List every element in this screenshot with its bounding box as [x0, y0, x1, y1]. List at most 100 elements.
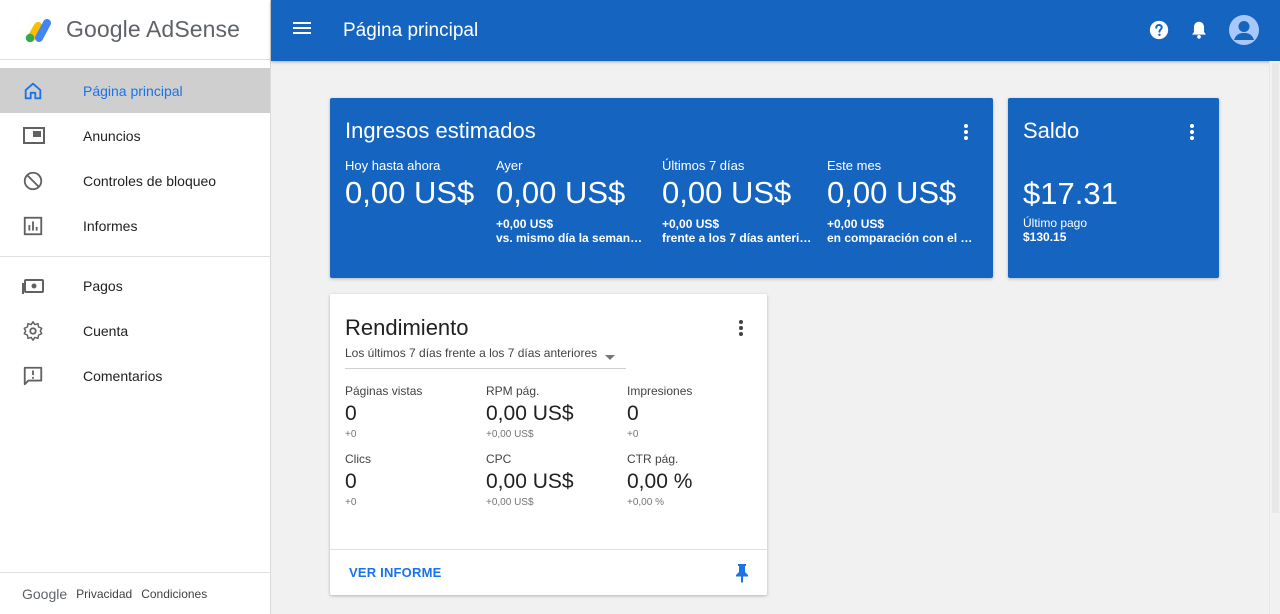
metric-delta: +0,00 US$	[486, 497, 534, 508]
date-range-select[interactable]: Los últimos 7 días frente a los 7 días a…	[345, 346, 626, 369]
metric-value: 0,00 US$	[827, 175, 957, 210]
metric-delta: +0	[345, 497, 357, 508]
help-icon[interactable]	[1148, 19, 1170, 41]
earnings-metric-this-month: Este mes 0,00 US$ +0,00 US$ en comparaci…	[827, 158, 979, 245]
ads-icon	[0, 125, 83, 147]
metric-value: 0	[345, 402, 357, 425]
metric-comparison: frente a los 7 días anterio...	[662, 231, 814, 245]
metric-label: Impresiones	[627, 384, 693, 398]
user-avatar[interactable]	[1228, 14, 1260, 46]
sidebar-item-label: Cuenta	[83, 322, 129, 339]
sidebar-item-label: Anuncios	[83, 127, 141, 144]
metric-value: 0,00 US$	[486, 402, 574, 425]
sidebar: Google AdSense Página principal Anuncios…	[0, 0, 271, 614]
metric-delta: +0,00 US$	[496, 217, 554, 231]
performance-card-footer: VER INFORME	[330, 549, 767, 595]
card-title: Rendimiento	[345, 315, 469, 340]
adsense-logo-icon	[25, 18, 51, 42]
metric-delta: +0,00 US$	[662, 217, 720, 231]
block-icon	[0, 170, 83, 192]
last-payment-value: $130.15	[1023, 230, 1067, 244]
gear-icon	[0, 320, 83, 342]
terms-link[interactable]: Condiciones	[141, 587, 207, 601]
balance-value: $17.31	[1023, 176, 1118, 211]
card-title: Saldo	[1023, 118, 1080, 143]
dropdown-arrow-icon	[605, 350, 616, 364]
hamburger-menu-icon[interactable]	[291, 19, 315, 42]
estimated-earnings-card: Ingresos estimados Hoy hasta ahora 0,00 …	[330, 98, 993, 278]
notifications-bell-icon[interactable]	[1188, 19, 1210, 41]
earnings-metric-yesterday: Ayer 0,00 US$ +0,00 US$ vs. mismo día la…	[496, 158, 648, 245]
metric-delta: +0	[345, 429, 357, 440]
feedback-icon	[0, 365, 83, 387]
metric-comparison: vs. mismo día la semana ...	[496, 231, 648, 245]
balance-info: $17.31 Último pago $130.15	[1023, 174, 1208, 244]
metric-delta: +0,00 US$	[486, 429, 534, 440]
perf-metric-pageviews: Páginas vistas 0 +0	[345, 384, 422, 440]
metric-label: RPM pág.	[486, 384, 540, 398]
sidebar-item-label: Informes	[83, 217, 138, 234]
sidebar-item-home[interactable]: Página principal	[0, 68, 270, 113]
sidebar-item-label: Página principal	[83, 82, 183, 99]
more-options-icon[interactable]	[1182, 122, 1202, 142]
top-app-bar: Página principal	[271, 0, 1280, 61]
pin-icon[interactable]	[735, 563, 749, 588]
sidebar-nav-secondary: Pagos Cuenta Comentarios	[0, 257, 270, 398]
view-report-button[interactable]: VER INFORME	[349, 565, 441, 580]
page-title: Página principal	[343, 19, 479, 41]
privacy-link[interactable]: Privacidad	[76, 587, 132, 601]
metric-label: Últimos 7 días	[662, 158, 745, 173]
sidebar-item-payments[interactable]: Pagos	[0, 263, 270, 308]
logo[interactable]: Google AdSense	[0, 0, 270, 60]
scrollbar-thumb[interactable]	[1272, 63, 1279, 513]
metric-value: 0,00 US$	[486, 470, 574, 493]
sidebar-item-label: Pagos	[83, 277, 123, 294]
sidebar-nav-main: Página principal Anuncios Controles de b…	[0, 60, 270, 257]
metric-label: Este mes	[827, 158, 882, 173]
metric-value: 0,00 US$	[345, 175, 475, 210]
metric-value: 0	[345, 470, 357, 493]
perf-metric-clicks: Clics 0 +0	[345, 452, 371, 508]
metric-value: 0,00 %	[627, 470, 693, 493]
perf-metric-page-ctr: CTR pág. 0,00 % +0,00 %	[627, 452, 692, 508]
sidebar-footer: Google Privacidad Condiciones	[0, 572, 270, 614]
earnings-metric-last-7-days: Últimos 7 días 0,00 US$ +0,00 US$ frente…	[662, 158, 814, 245]
metric-label: CTR pág.	[627, 452, 679, 466]
metric-value: 0	[627, 402, 639, 425]
perf-metric-impressions: Impresiones 0 +0	[627, 384, 692, 440]
sidebar-item-feedback[interactable]: Comentarios	[0, 353, 270, 398]
last-payment-label: Último pago	[1023, 216, 1088, 230]
perf-metric-cpc: CPC 0,00 US$ +0,00 US$	[486, 452, 574, 508]
sidebar-item-block-controls[interactable]: Controles de bloqueo	[0, 158, 270, 203]
performance-card: Rendimiento Los últimos 7 días frente a …	[330, 294, 767, 595]
metric-comparison: en comparación con el m...	[827, 231, 979, 245]
date-range-value: Los últimos 7 días frente a los 7 días a…	[345, 346, 598, 360]
metric-label: Ayer	[496, 158, 523, 173]
sidebar-item-ads[interactable]: Anuncios	[0, 113, 270, 158]
reports-icon	[0, 215, 83, 237]
metric-delta: +0,00 US$	[827, 217, 885, 231]
balance-card: Saldo $17.31 Último pago $130.15	[1008, 98, 1219, 278]
card-title: Ingresos estimados	[345, 118, 536, 143]
sidebar-item-account[interactable]: Cuenta	[0, 308, 270, 353]
metric-value: 0,00 US$	[662, 175, 792, 210]
perf-metric-page-rpm: RPM pág. 0,00 US$ +0,00 US$	[486, 384, 574, 440]
home-icon	[0, 80, 83, 102]
more-options-icon[interactable]	[956, 122, 976, 142]
metric-label: Páginas vistas	[345, 384, 423, 398]
sidebar-item-label: Comentarios	[83, 367, 163, 384]
top-bar-actions	[1130, 14, 1260, 46]
earnings-metric-today: Hoy hasta ahora 0,00 US$	[345, 158, 485, 211]
metric-delta: +0	[627, 429, 639, 440]
metric-label: CPC	[486, 452, 512, 466]
metric-label: Hoy hasta ahora	[345, 158, 441, 173]
more-options-icon[interactable]	[731, 318, 751, 338]
metric-delta: +0,00 %	[627, 497, 664, 508]
metric-value: 0,00 US$	[496, 175, 626, 210]
sidebar-item-reports[interactable]: Informes	[0, 203, 270, 248]
sidebar-item-label: Controles de bloqueo	[83, 172, 217, 189]
payments-icon	[0, 275, 83, 297]
logo-text: Google AdSense	[66, 16, 241, 42]
google-logo-text: Google	[22, 585, 68, 602]
page-scrollbar[interactable]	[1269, 61, 1280, 614]
